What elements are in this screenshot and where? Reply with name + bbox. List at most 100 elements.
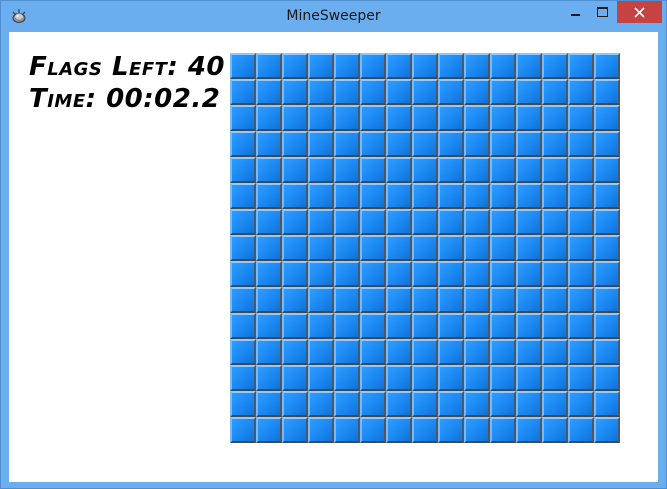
minefield-cell[interactable] — [334, 235, 360, 261]
minefield-cell[interactable] — [464, 157, 490, 183]
minefield-cell[interactable] — [308, 365, 334, 391]
minefield-cell[interactable] — [438, 261, 464, 287]
minefield-cell[interactable] — [360, 209, 386, 235]
minefield-cell[interactable] — [308, 235, 334, 261]
minefield-cell[interactable] — [594, 131, 620, 157]
minefield-cell[interactable] — [334, 391, 360, 417]
minefield-cell[interactable] — [438, 235, 464, 261]
minefield-cell[interactable] — [516, 183, 542, 209]
minefield-cell[interactable] — [568, 79, 594, 105]
minefield-cell[interactable] — [464, 53, 490, 79]
minefield-cell[interactable] — [334, 53, 360, 79]
minefield-cell[interactable] — [386, 209, 412, 235]
minefield-cell[interactable] — [282, 417, 308, 443]
minefield-cell[interactable] — [386, 313, 412, 339]
minefield-cell[interactable] — [438, 105, 464, 131]
minefield-cell[interactable] — [568, 313, 594, 339]
minefield-cell[interactable] — [490, 79, 516, 105]
minefield-cell[interactable] — [282, 235, 308, 261]
minefield-cell[interactable] — [360, 157, 386, 183]
minefield-cell[interactable] — [464, 391, 490, 417]
minefield-cell[interactable] — [282, 313, 308, 339]
minefield-cell[interactable] — [308, 339, 334, 365]
minefield-cell[interactable] — [464, 339, 490, 365]
minefield-cell[interactable] — [464, 183, 490, 209]
title-bar[interactable]: MineSweeper — [1, 1, 666, 33]
minefield-cell[interactable] — [490, 261, 516, 287]
minefield-cell[interactable] — [568, 53, 594, 79]
minefield-cell[interactable] — [516, 261, 542, 287]
minefield-cell[interactable] — [464, 365, 490, 391]
minefield-cell[interactable] — [438, 53, 464, 79]
minefield-cell[interactable] — [438, 313, 464, 339]
minefield-cell[interactable] — [438, 209, 464, 235]
minefield-cell[interactable] — [516, 339, 542, 365]
minefield-cell[interactable] — [542, 79, 568, 105]
minefield-cell[interactable] — [568, 365, 594, 391]
minefield-cell[interactable] — [256, 235, 282, 261]
minefield-cell[interactable] — [360, 417, 386, 443]
minefield-cell[interactable] — [308, 287, 334, 313]
minefield-cell[interactable] — [308, 391, 334, 417]
minefield-cell[interactable] — [490, 157, 516, 183]
minefield-cell[interactable] — [282, 183, 308, 209]
minefield-cell[interactable] — [464, 209, 490, 235]
minefield-cell[interactable] — [230, 287, 256, 313]
minefield-cell[interactable] — [542, 391, 568, 417]
minefield-cell[interactable] — [516, 53, 542, 79]
minefield-cell[interactable] — [256, 209, 282, 235]
minefield-cell[interactable] — [412, 417, 438, 443]
minefield-cell[interactable] — [230, 183, 256, 209]
minefield-cell[interactable] — [334, 339, 360, 365]
minefield-cell[interactable] — [282, 287, 308, 313]
minefield-cell[interactable] — [334, 209, 360, 235]
minefield-cell[interactable] — [308, 131, 334, 157]
minefield-cell[interactable] — [542, 209, 568, 235]
minefield-cell[interactable] — [594, 313, 620, 339]
minefield-cell[interactable] — [256, 313, 282, 339]
minefield-cell[interactable] — [490, 183, 516, 209]
minefield-cell[interactable] — [516, 417, 542, 443]
minefield-cell[interactable] — [256, 53, 282, 79]
minefield-cell[interactable] — [490, 339, 516, 365]
minefield-cell[interactable] — [334, 287, 360, 313]
minefield-cell[interactable] — [464, 313, 490, 339]
minefield-cell[interactable] — [594, 105, 620, 131]
minefield-cell[interactable] — [386, 131, 412, 157]
minefield-cell[interactable] — [386, 261, 412, 287]
minefield-cell[interactable] — [308, 53, 334, 79]
minefield-cell[interactable] — [594, 157, 620, 183]
minefield-cell[interactable] — [490, 131, 516, 157]
minefield-cell[interactable] — [360, 131, 386, 157]
minefield-cell[interactable] — [542, 53, 568, 79]
minefield-cell[interactable] — [386, 183, 412, 209]
minefield-cell[interactable] — [412, 209, 438, 235]
minefield-cell[interactable] — [516, 105, 542, 131]
minefield-cell[interactable] — [412, 391, 438, 417]
minefield-cell[interactable] — [386, 339, 412, 365]
minefield-cell[interactable] — [412, 79, 438, 105]
minefield-cell[interactable] — [594, 235, 620, 261]
minefield-cell[interactable] — [464, 287, 490, 313]
minefield-cell[interactable] — [256, 183, 282, 209]
minefield-cell[interactable] — [256, 391, 282, 417]
minefield-cell[interactable] — [542, 339, 568, 365]
minefield-cell[interactable] — [464, 235, 490, 261]
minefield-cell[interactable] — [542, 157, 568, 183]
minefield-cell[interactable] — [516, 157, 542, 183]
minefield-cell[interactable] — [438, 417, 464, 443]
minefield-cell[interactable] — [360, 235, 386, 261]
minefield-cell[interactable] — [386, 105, 412, 131]
minefield-cell[interactable] — [412, 105, 438, 131]
minefield-cell[interactable] — [568, 417, 594, 443]
minefield-cell[interactable] — [542, 183, 568, 209]
minefield-cell[interactable] — [594, 183, 620, 209]
minefield-cell[interactable] — [542, 131, 568, 157]
minefield-cell[interactable] — [282, 391, 308, 417]
minefield-cell[interactable] — [438, 365, 464, 391]
maximize-button[interactable] — [589, 1, 615, 23]
close-button[interactable] — [617, 1, 662, 23]
minefield-cell[interactable] — [412, 287, 438, 313]
minefield-cell[interactable] — [230, 261, 256, 287]
minefield-cell[interactable] — [282, 79, 308, 105]
